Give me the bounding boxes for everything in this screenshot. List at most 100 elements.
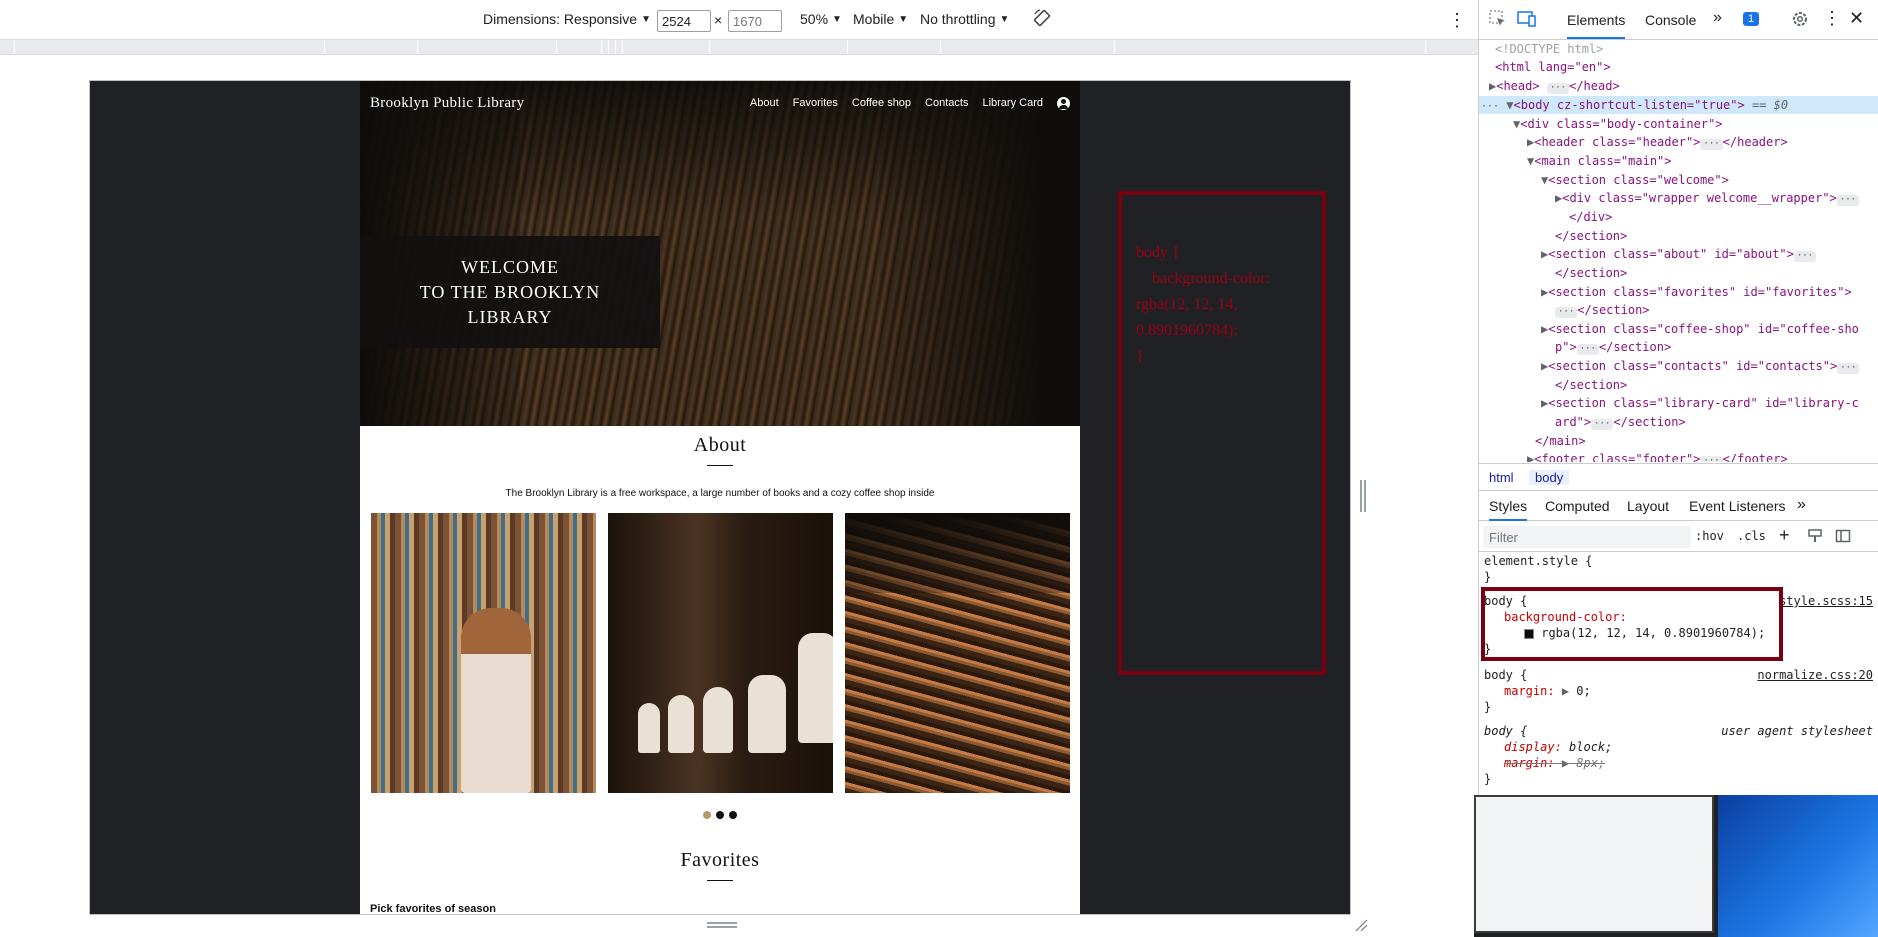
- ellipsis-icon[interactable]: ···: [1700, 456, 1723, 462]
- throttling-dropdown[interactable]: No throttling ▼: [920, 11, 1009, 27]
- styles-filter-input[interactable]: [1483, 526, 1691, 548]
- collapse-triangle-icon[interactable]: ▼: [1506, 98, 1513, 112]
- tab-styles[interactable]: Styles: [1489, 498, 1528, 521]
- styles-filter-row: :hov .cls +: [1479, 522, 1878, 552]
- dom-node-section-coffee-shop[interactable]: ▶<section class="coffee-shop" id="coffee…: [1541, 320, 1859, 338]
- rule-1-source-link[interactable]: style.scss:15: [1779, 593, 1873, 609]
- dom-node-body-selected[interactable]: ··· ▼<body cz-shortcut-listen="true"> ==…: [1479, 96, 1878, 114]
- dimensions-dropdown[interactable]: Dimensions: Responsive ▼: [483, 11, 651, 27]
- closing-brace: }: [1484, 570, 1492, 584]
- dom-tree: <!DOCTYPE html> <html lang="en"> ▶<head>…: [1479, 40, 1878, 462]
- breadcrumb: html body: [1479, 463, 1878, 491]
- ellipsis-icon[interactable]: ···: [1576, 344, 1599, 355]
- element-style-selector[interactable]: element.style {: [1484, 553, 1592, 569]
- ellipsis-icon[interactable]: ···: [1836, 195, 1860, 206]
- rule-3-property-display: display: block;: [1504, 739, 1612, 755]
- dom-node-section-library-card[interactable]: ▶<section class="library-card" id="libra…: [1541, 394, 1859, 412]
- tab-event-listeners[interactable]: Event Listeners: [1689, 498, 1786, 514]
- rule-2-selector[interactable]: body {: [1484, 667, 1527, 683]
- more-tabs-icon[interactable]: »: [1797, 496, 1806, 514]
- nav-link-favorites[interactable]: Favorites: [793, 97, 838, 109]
- section-tag-text: <section class="about" id="about">: [1548, 247, 1794, 261]
- thumbnail-browser-window[interactable]: [1474, 795, 1714, 933]
- zoom-dropdown[interactable]: 50% ▼: [800, 11, 842, 27]
- expand-triangle-icon[interactable]: ▶: [1562, 684, 1569, 698]
- device-toggle-icon[interactable]: [1517, 10, 1537, 31]
- ellipsis-icon[interactable]: ···: [1793, 251, 1817, 262]
- title-underline: [707, 465, 733, 466]
- carousel-dot-1[interactable]: [703, 811, 711, 819]
- styles-pane: element.style { } body { style.scss:15 b…: [1479, 553, 1878, 798]
- dom-node-section-welcome[interactable]: ▼<section class="welcome">: [1541, 171, 1729, 189]
- dom-section-close: </section>: [1555, 376, 1627, 394]
- div-tag-text: <div class="body-container">: [1520, 117, 1723, 131]
- hero-section: Brooklyn Public Library About Favorites …: [360, 81, 1080, 426]
- footer-tag-text: <footer class="footer">: [1534, 452, 1701, 462]
- about-section: About The Brooklyn Library is a free wor…: [360, 426, 1080, 819]
- nav-link-library-card[interactable]: Library Card: [982, 97, 1043, 109]
- taskbar-thumbnail-preview[interactable]: [1474, 795, 1878, 937]
- nav-link-contacts[interactable]: Contacts: [925, 97, 968, 109]
- cls-toggle[interactable]: .cls: [1737, 529, 1766, 543]
- device-type-dropdown[interactable]: Mobile ▼: [853, 11, 908, 27]
- tab-elements[interactable]: Elements: [1567, 12, 1626, 39]
- more-tabs-icon[interactable]: »: [1713, 9, 1722, 27]
- dom-node-section-favorites[interactable]: ▶<section class="favorites" id="favorite…: [1541, 283, 1852, 301]
- new-style-rule-icon[interactable]: +: [1779, 525, 1790, 546]
- kebab-menu-icon[interactable]: ⋮: [1823, 8, 1841, 29]
- paint-brush-icon[interactable]: [1807, 528, 1823, 547]
- dom-node-section-about[interactable]: ▶<section class="about" id="about"> ···: [1541, 245, 1817, 263]
- dimensions-label: Dimensions: Responsive: [483, 11, 638, 27]
- hov-toggle[interactable]: :hov: [1695, 529, 1724, 543]
- breadcrumb-body[interactable]: body: [1529, 470, 1570, 485]
- media-query-ruler[interactable]: [0, 39, 1478, 55]
- inspect-element-icon[interactable]: [1489, 10, 1507, 31]
- height-input[interactable]: [728, 10, 782, 32]
- dom-node-body-container[interactable]: ▼<div class="body-container">: [1513, 115, 1723, 133]
- ellipsis-icon[interactable]: ···: [1555, 307, 1578, 318]
- dom-node-footer[interactable]: ▶<footer class="footer"> ··· </footer>: [1527, 450, 1788, 462]
- nav-link-coffee-shop[interactable]: Coffee shop: [852, 97, 911, 109]
- tab-layout[interactable]: Layout: [1627, 498, 1669, 514]
- ellipsis-icon[interactable]: ···: [1591, 419, 1614, 430]
- dom-node-html[interactable]: <html lang="en">: [1495, 58, 1611, 76]
- property-value: block;: [1569, 740, 1613, 754]
- header-close-text: </header>: [1722, 135, 1788, 149]
- sidebar-toggle-icon[interactable]: [1835, 528, 1851, 547]
- rotate-icon[interactable]: [1032, 8, 1052, 28]
- carousel-dot-3[interactable]: [729, 811, 737, 819]
- rule-3-selector[interactable]: body {: [1484, 723, 1527, 739]
- dom-node-section-contacts[interactable]: ▶<section class="contacts" id="contacts"…: [1541, 357, 1860, 375]
- issues-badge[interactable]: 1: [1743, 12, 1760, 26]
- rule-2-source-link[interactable]: normalize.css:20: [1757, 667, 1873, 683]
- dom-node-header[interactable]: ▶<header class="header"> ··· </header>: [1527, 133, 1788, 151]
- viewport-resize-handle-bottom[interactable]: [707, 922, 737, 928]
- rule-2-property[interactable]: margin: ▶ 0;: [1504, 683, 1591, 699]
- dom-node-main[interactable]: ▼<main class="main">: [1527, 152, 1672, 170]
- ellipsis-icon[interactable]: ···: [1546, 83, 1570, 94]
- breadcrumb-html[interactable]: html: [1489, 470, 1514, 485]
- settings-gear-icon[interactable]: [1791, 10, 1809, 31]
- user-profile-icon[interactable]: [1057, 96, 1070, 110]
- close-icon[interactable]: ✕: [1849, 8, 1864, 29]
- favorites-subtitle: Pick favorites of season: [370, 903, 496, 915]
- nav-link-about[interactable]: About: [750, 97, 779, 109]
- tab-computed[interactable]: Computed: [1545, 498, 1610, 514]
- chevron-down-icon: ▼: [832, 13, 842, 25]
- html-tag-text: <html lang="en">: [1495, 60, 1611, 74]
- resize-corner-icon[interactable]: [1354, 918, 1368, 932]
- photo-curved-bookshelves: [844, 513, 1070, 793]
- times-sign: ×: [714, 12, 723, 28]
- ellipsis-icon[interactable]: ···: [1481, 101, 1499, 112]
- carousel-dot-2[interactable]: [716, 811, 724, 819]
- dom-node-head[interactable]: ▶<head> ··· </head>: [1489, 77, 1620, 95]
- site-logo[interactable]: Brooklyn Public Library: [370, 95, 524, 112]
- tab-console[interactable]: Console: [1645, 12, 1696, 28]
- thumbnail-desktop-wallpaper[interactable]: [1718, 795, 1878, 937]
- width-input[interactable]: [657, 10, 711, 32]
- ellipsis-icon[interactable]: ···: [1700, 139, 1723, 150]
- ellipsis-icon[interactable]: ···: [1837, 363, 1860, 374]
- viewport-resize-handle-right[interactable]: [1360, 480, 1366, 512]
- dom-node-welcome-wrapper[interactable]: ▶<div class="wrapper welcome__wrapper"> ·…: [1555, 189, 1860, 207]
- more-options-icon[interactable]: ⋮: [1448, 10, 1466, 31]
